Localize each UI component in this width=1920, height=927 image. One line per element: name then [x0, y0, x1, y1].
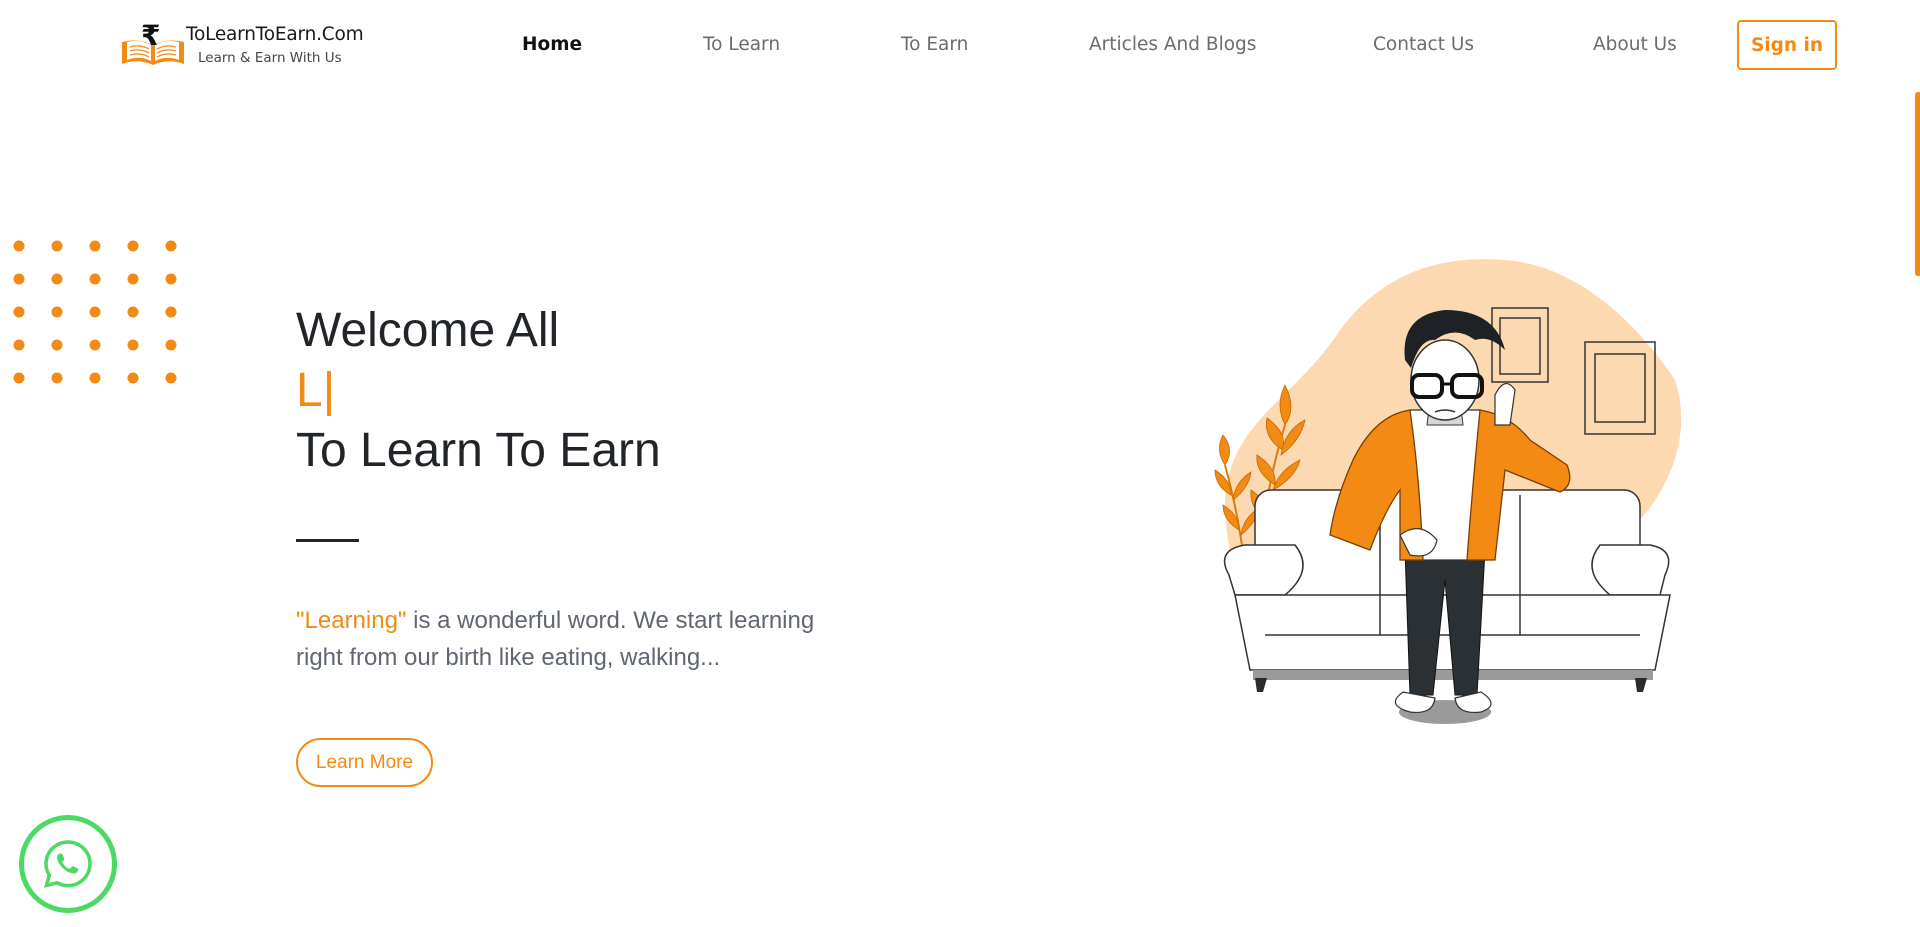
hero-description-highlight: "Learning" [296, 607, 407, 634]
sign-in-button[interactable]: Sign in [1737, 20, 1837, 70]
nav-home[interactable]: Home [522, 34, 582, 55]
decorative-dot-grid [13, 240, 177, 384]
nav-articles-and-blogs[interactable]: Articles And Blogs [1089, 34, 1256, 55]
whatsapp-icon [44, 840, 92, 888]
main-nav: Home To Learn To Earn Articles And Blogs… [0, 0, 1920, 92]
site-header: ₹ ToLearnToEarn.Com Learn & Earn With Us… [0, 0, 1920, 92]
hero-divider [296, 539, 359, 542]
hero-typing-text: L| [296, 364, 336, 417]
scroll-progress-indicator [1915, 92, 1920, 276]
nav-about-us[interactable]: About Us [1593, 34, 1677, 55]
hero-welcome-heading: Welcome All [296, 304, 560, 357]
hero-description: "Learning" is a wonderful word. We start… [296, 602, 856, 676]
whatsapp-chat-button[interactable] [19, 815, 117, 913]
nav-to-earn[interactable]: To Earn [901, 34, 968, 55]
nav-to-learn[interactable]: To Learn [703, 34, 780, 55]
nav-contact-us[interactable]: Contact Us [1373, 34, 1474, 55]
hero-subheading: To Learn To Earn [296, 424, 661, 477]
learn-more-button[interactable]: Learn More [296, 738, 433, 787]
man-on-sofa-illustration [1214, 259, 1682, 724]
